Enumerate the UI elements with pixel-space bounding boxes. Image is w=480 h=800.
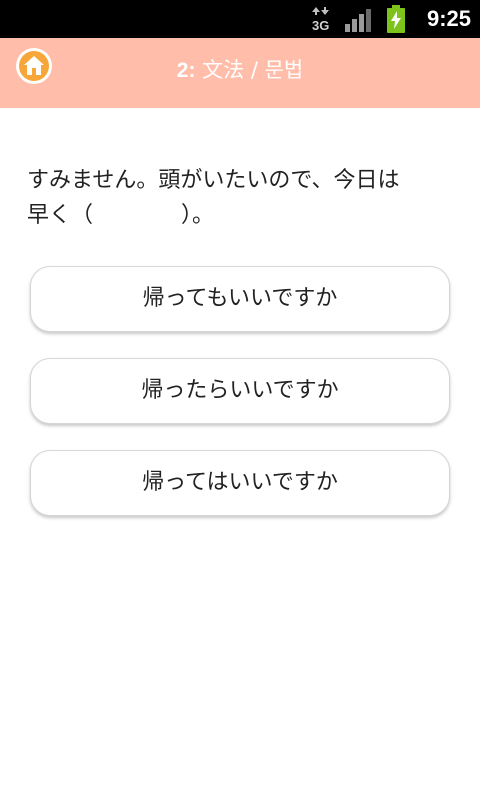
battery-charging-icon [387,5,405,33]
screen: 3G 9:25 2: 文法 / 문법 すみません。頭がいたいので、今日は 早く（ [0,0,480,800]
signal-strength-icon [345,9,371,32]
svg-text:3G: 3G [312,18,329,32]
3g-data-icon: 3G [312,7,329,32]
answer-list: 帰ってもいいですか 帰ったらいいですか 帰ってはいいですか [30,266,450,542]
answer-button-3[interactable]: 帰ってはいいですか [30,450,450,516]
answer-button-2[interactable]: 帰ったらいいですか [30,358,450,424]
lesson-number: 2: [176,59,196,82]
page-title: 2: 文法 / 문법 [0,38,480,102]
lesson-title: 文法 / 문법 [202,58,304,82]
status-bar: 3G 9:25 [0,0,480,38]
clock-time: 9:25 [426,6,471,31]
question-text: すみません。頭がいたいので、今日は 早く（ ）。 [27,168,400,228]
app-header: 2: 文法 / 문법 [0,38,480,108]
answer-button-1[interactable]: 帰ってもいいですか [30,266,450,332]
